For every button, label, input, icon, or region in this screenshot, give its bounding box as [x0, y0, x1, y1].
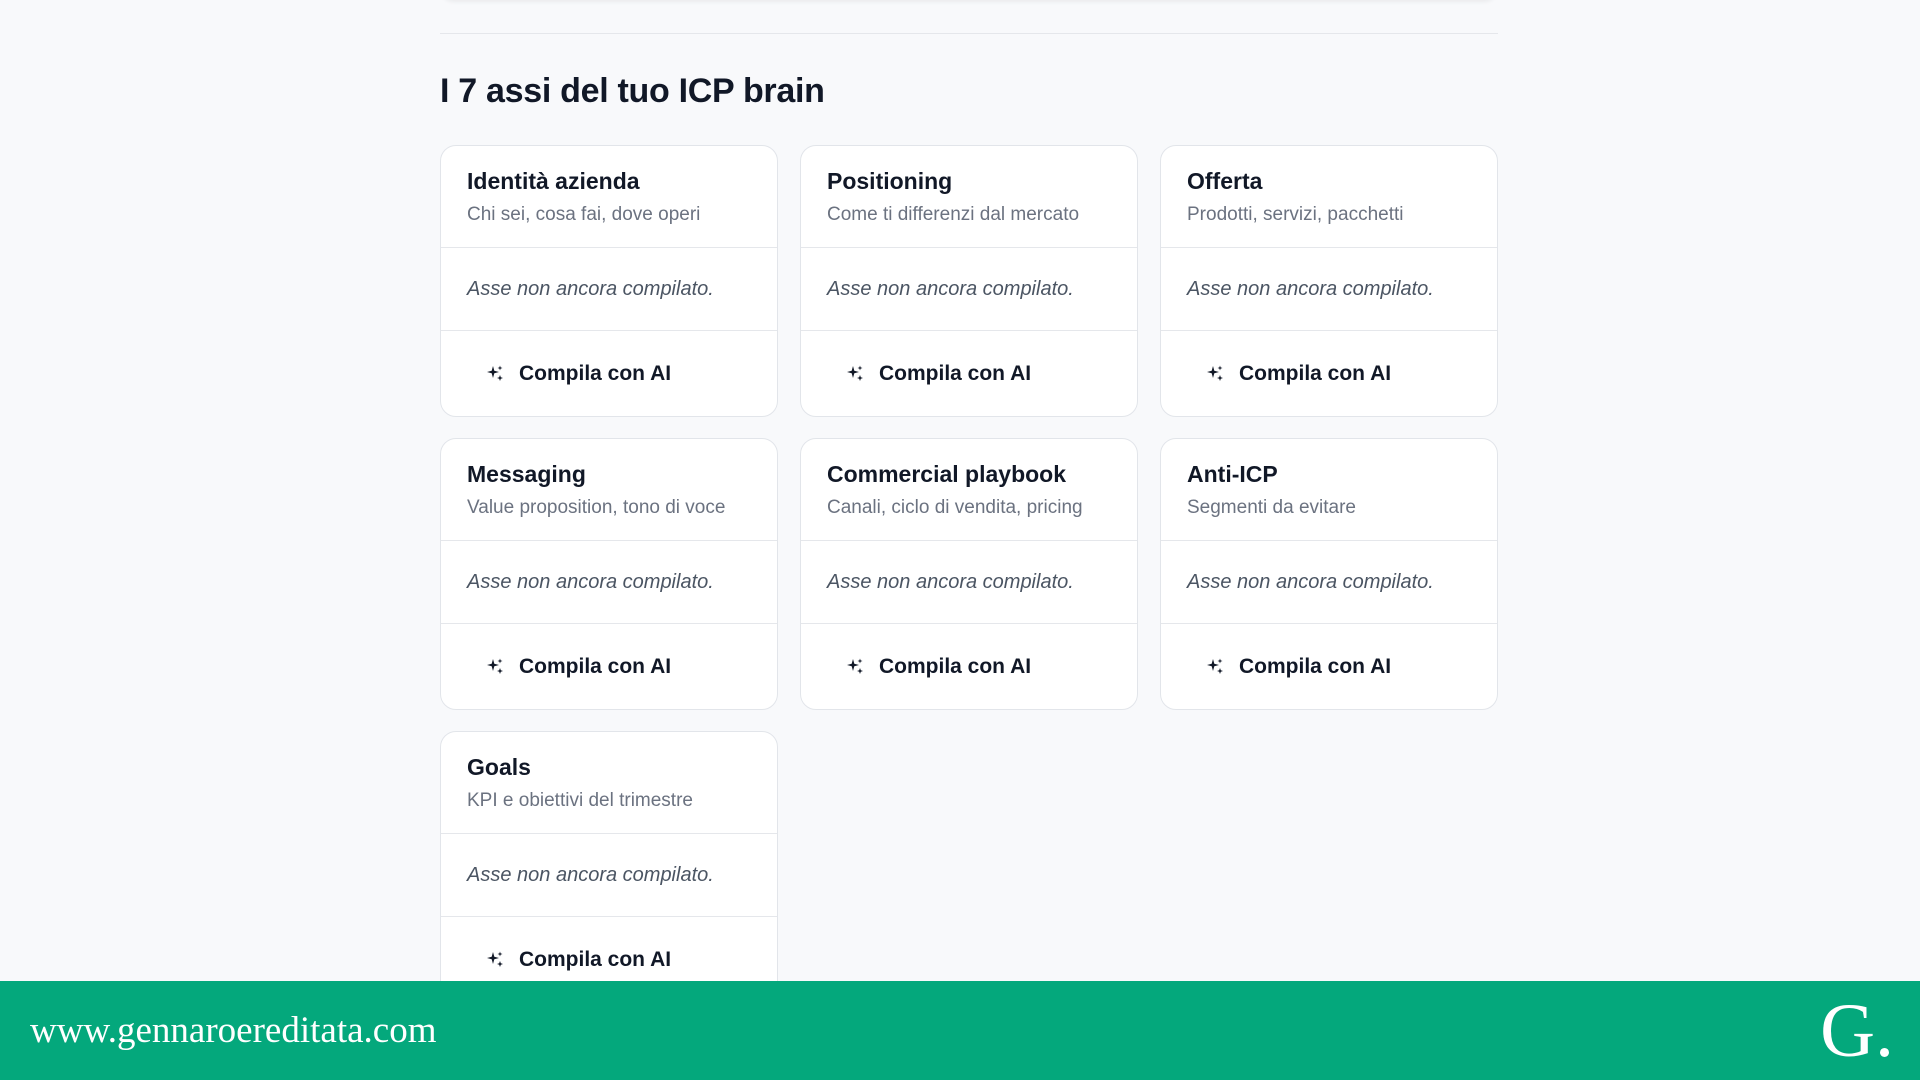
- card-title: Commercial playbook: [827, 461, 1067, 487]
- section-divider: [440, 33, 1498, 34]
- card-status: Asse non ancora compilato.: [441, 541, 777, 624]
- brand-logo: G.: [1820, 988, 1894, 1073]
- card-status: Asse non ancora compilato.: [441, 248, 777, 331]
- compile-with-ai-button[interactable]: Compila con AI: [485, 948, 671, 972]
- card-subtitle: Come ti differenzi dal mercato: [827, 204, 1080, 225]
- card-action-area: Compila con AI: [1161, 331, 1497, 416]
- sparkle-icon: [845, 364, 865, 384]
- card-title: Goals: [467, 754, 531, 780]
- axis-card-commercial-playbook: Commercial playbook Canali, ciclo di ven…: [800, 438, 1138, 710]
- card-subtitle: Segmenti da evitare: [1187, 497, 1356, 518]
- card-subtitle: Value proposition, tono di voce: [467, 497, 726, 518]
- card-header: Anti-ICP Segmenti da evitare: [1161, 439, 1497, 541]
- compile-with-ai-label: Compila con AI: [1239, 361, 1392, 385]
- compile-with-ai-label: Compila con AI: [519, 947, 672, 971]
- card-title: Positioning: [827, 168, 953, 194]
- card-header: Identità azienda Chi sei, cosa fai, dove…: [441, 146, 777, 248]
- card-header: Goals KPI e obiettivi del trimestre: [441, 732, 777, 834]
- card-status: Asse non ancora compilato.: [1161, 248, 1497, 331]
- card-header: Positioning Come ti differenzi dal merca…: [801, 146, 1137, 248]
- sparkle-icon: [485, 950, 505, 970]
- axis-card-goals: Goals KPI e obiettivi del trimestre Asse…: [440, 731, 778, 1003]
- compile-with-ai-label: Compila con AI: [879, 361, 1032, 385]
- sparkle-icon: [1205, 657, 1225, 677]
- sparkle-icon: [485, 364, 505, 384]
- card-action-area: Compila con AI: [441, 331, 777, 416]
- axis-card-positioning: Positioning Come ti differenzi dal merca…: [800, 145, 1138, 417]
- card-status: Asse non ancora compilato.: [801, 541, 1137, 624]
- card-title: Identità azienda: [467, 168, 640, 194]
- compile-with-ai-button[interactable]: Compila con AI: [845, 655, 1031, 679]
- card-subtitle: Prodotti, servizi, pacchetti: [1187, 204, 1404, 225]
- card-action-area: Compila con AI: [801, 624, 1137, 709]
- axis-card-messaging: Messaging Value proposition, tono di voc…: [440, 438, 778, 710]
- axis-card-anti-icp: Anti-ICP Segmenti da evitare Asse non an…: [1160, 438, 1498, 710]
- compile-with-ai-button[interactable]: Compila con AI: [1205, 655, 1391, 679]
- footer-website-link[interactable]: www.gennaroereditata.com: [30, 1009, 436, 1052]
- compile-with-ai-label: Compila con AI: [519, 654, 672, 678]
- card-subtitle: KPI e obiettivi del trimestre: [467, 790, 693, 811]
- compile-with-ai-label: Compila con AI: [1239, 654, 1392, 678]
- card-subtitle: Chi sei, cosa fai, dove operi: [467, 204, 701, 225]
- compile-with-ai-button[interactable]: Compila con AI: [485, 655, 671, 679]
- card-header: Messaging Value proposition, tono di voc…: [441, 439, 777, 541]
- card-action-area: Compila con AI: [441, 624, 777, 709]
- card-title: Anti-ICP: [1187, 461, 1278, 487]
- compile-with-ai-button[interactable]: Compila con AI: [845, 362, 1031, 386]
- axis-card-identita-azienda: Identità azienda Chi sei, cosa fai, dove…: [440, 145, 778, 417]
- card-subtitle: Canali, ciclo di vendita, pricing: [827, 497, 1083, 518]
- axis-card-offerta: Offerta Prodotti, servizi, pacchetti Ass…: [1160, 145, 1498, 417]
- section-title: I 7 assi del tuo ICP brain: [440, 72, 825, 110]
- card-header: Commercial playbook Canali, ciclo di ven…: [801, 439, 1137, 541]
- sparkle-icon: [1205, 364, 1225, 384]
- compile-with-ai-button[interactable]: Compila con AI: [1205, 362, 1391, 386]
- card-action-area: Compila con AI: [801, 331, 1137, 416]
- compile-with-ai-label: Compila con AI: [879, 654, 1032, 678]
- sparkle-icon: [845, 657, 865, 677]
- page: I 7 assi del tuo ICP brain Identità azie…: [0, 0, 1920, 1080]
- card-title: Messaging: [467, 461, 586, 487]
- compile-with-ai-button[interactable]: Compila con AI: [485, 362, 671, 386]
- card-title: Offerta: [1187, 168, 1263, 194]
- card-action-area: Compila con AI: [1161, 624, 1497, 709]
- footer-banner: www.gennaroereditata.com G.: [0, 981, 1920, 1080]
- card-status: Asse non ancora compilato.: [801, 248, 1137, 331]
- sparkle-icon: [485, 657, 505, 677]
- card-status: Asse non ancora compilato.: [441, 834, 777, 917]
- card-header: Offerta Prodotti, servizi, pacchetti: [1161, 146, 1497, 248]
- axes-grid: Identità azienda Chi sei, cosa fai, dove…: [440, 145, 1498, 1003]
- card-status: Asse non ancora compilato.: [1161, 541, 1497, 624]
- compile-with-ai-label: Compila con AI: [519, 361, 672, 385]
